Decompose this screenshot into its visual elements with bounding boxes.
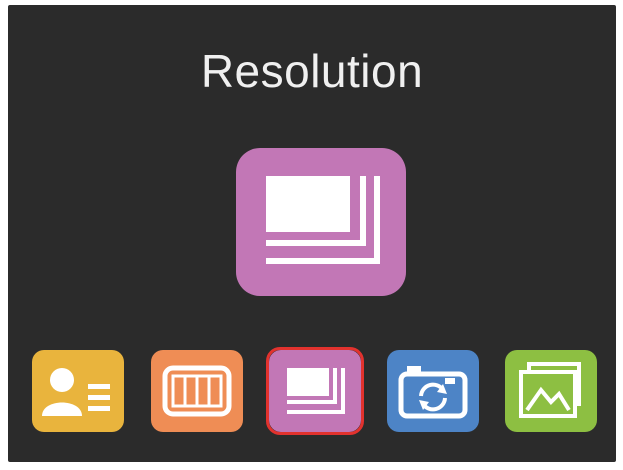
page-title: Resolution [200, 45, 424, 97]
device-screen: Resolution [8, 5, 616, 462]
resolution-hero-icon [236, 148, 406, 296]
camera-button[interactable] [387, 350, 479, 432]
resolution-icon [287, 368, 345, 414]
resolution-icon [266, 176, 380, 264]
contacts-button[interactable] [32, 350, 124, 432]
gallery-button[interactable] [505, 350, 597, 432]
contacts-icon [42, 368, 110, 416]
video-button[interactable] [151, 350, 243, 432]
gallery-icon [519, 362, 581, 418]
camera-rotate-icon [398, 366, 468, 419]
film-icon [162, 365, 232, 417]
resolution-button[interactable] [269, 350, 361, 432]
